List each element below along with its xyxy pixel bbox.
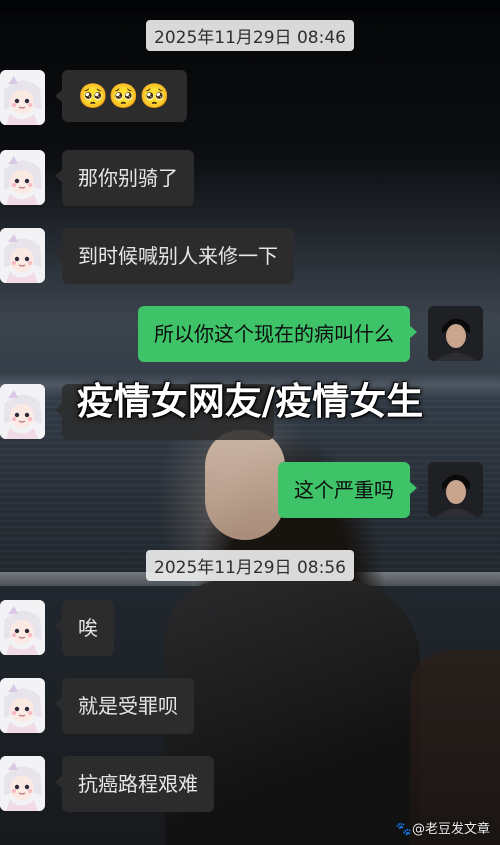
top-bar	[0, 0, 500, 14]
background-boat	[410, 650, 500, 845]
incoming-message-bubble[interactable]: 唉	[55, 600, 114, 656]
timestamp-text: 2025年11月29日 08:56	[146, 550, 354, 581]
outgoing-message-bubble[interactable]: 所以你这个现在的病叫什么	[138, 306, 417, 362]
background-girl-face	[205, 430, 285, 540]
cartoon-girl-avatar-icon[interactable]	[0, 228, 45, 283]
watermark: 🐾@老豆发文章	[395, 822, 490, 837]
outgoing-message-bubble[interactable]: 这个严重吗	[278, 462, 417, 518]
incoming-message-bubble[interactable]: 就是受罪呗	[55, 678, 194, 734]
cartoon-girl-avatar-icon[interactable]	[0, 384, 45, 439]
cartoon-girl-avatar-icon[interactable]	[0, 70, 45, 125]
incoming-message-bubble[interactable]: 抗癌路程艰难	[55, 756, 214, 812]
cartoon-girl-avatar-icon[interactable]	[0, 756, 45, 811]
man-photo-avatar-icon[interactable]	[428, 462, 483, 517]
incoming-message-bubble[interactable]: 那你别骑了	[55, 150, 194, 206]
incoming-message-bubble[interactable]: 🥺🥺🥺	[55, 70, 187, 122]
cartoon-girl-avatar-icon[interactable]	[0, 600, 45, 655]
cartoon-girl-avatar-icon[interactable]	[0, 678, 45, 733]
cartoon-girl-avatar-icon[interactable]	[0, 150, 45, 205]
timestamp-divider: 2025年11月29日 08:46	[0, 20, 500, 51]
timestamp-divider: 2025年11月29日 08:56	[0, 550, 500, 581]
man-photo-avatar-icon[interactable]	[428, 306, 483, 361]
overlay-title: 疫情女网友/疫情女生	[76, 380, 424, 423]
timestamp-text: 2025年11月29日 08:46	[146, 20, 354, 51]
incoming-message-bubble[interactable]: 到时候喊别人来修一下	[55, 228, 294, 284]
